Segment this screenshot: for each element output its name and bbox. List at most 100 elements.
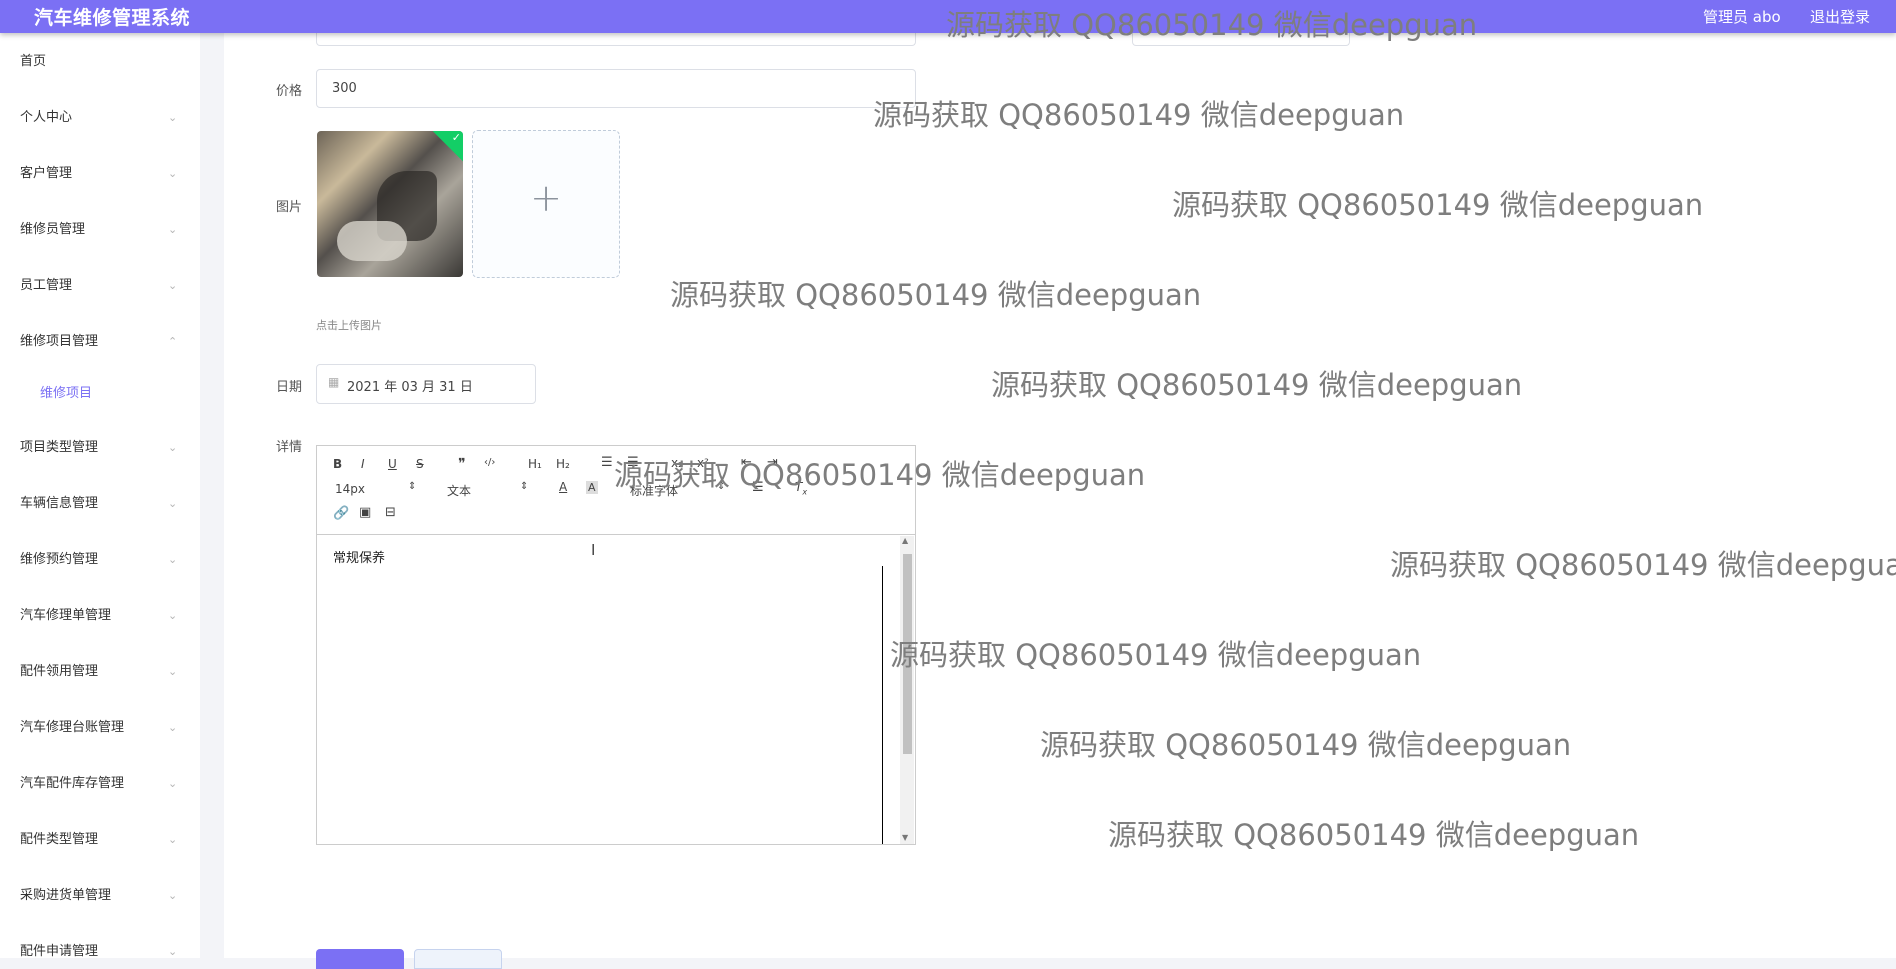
font-size-select[interactable]: 14px: [335, 482, 365, 496]
date-picker[interactable]: ▦ 2021 年 03 月 31 日: [316, 364, 536, 404]
plus-icon: +: [530, 176, 562, 220]
italic-button[interactable]: I: [361, 457, 365, 471]
sidebar-item-purchase-orders[interactable]: 采购进货单管理 ⌄: [0, 881, 200, 911]
image-label: 图片: [276, 200, 303, 215]
chevron-down-icon: ⌄: [168, 497, 178, 510]
price-label: 价格: [276, 84, 303, 99]
chevron-down-icon: ⌄: [168, 833, 178, 846]
sidebar-item-parts-requests[interactable]: 配件申请管理 ⌄: [0, 937, 200, 958]
sidebar-item-parts-types[interactable]: 配件类型管理 ⌄: [0, 825, 200, 855]
text-cursor-icon: I: [591, 541, 596, 559]
sidebar-item-label: 维修项目管理: [20, 334, 99, 349]
blockquote-button[interactable]: ❞: [458, 456, 466, 472]
sidebar-item-parts-usage[interactable]: 配件领用管理 ⌄: [0, 657, 200, 687]
sidebar-item-label: 配件申请管理: [20, 944, 99, 958]
upload-button[interactable]: +: [472, 130, 620, 278]
chevron-updown-icon: ⇕: [520, 481, 529, 492]
logout-link[interactable]: 退出登录: [1810, 6, 1870, 27]
sidebar-item-appointments[interactable]: 维修预约管理 ⌄: [0, 545, 200, 575]
rich-text-editor: B I U S ❞ ‹/› H₁ H₂ ☰ ☰ x₂ x² ⇤ ⇥ 14px ⇕…: [316, 445, 916, 845]
chevron-down-icon: ⌄: [168, 111, 178, 124]
font-color-icon[interactable]: A: [559, 480, 567, 494]
sidebar-item-label: 首页: [20, 54, 47, 69]
subscript-icon[interactable]: x₂: [671, 456, 683, 470]
editor-content[interactable]: 常规保养: [333, 547, 385, 566]
price-value: 300: [332, 81, 357, 96]
date-label: 日期: [276, 380, 303, 395]
sidebar-item-repair-projects[interactable]: 维修项目管理 ⌃: [0, 327, 200, 357]
chevron-down-icon: ⌄: [168, 721, 178, 734]
bold-button[interactable]: B: [333, 457, 342, 471]
chevron-down-icon: ⌄: [168, 167, 178, 180]
sidebar-item-label: 配件类型管理: [20, 832, 99, 847]
sidebar-item-label: 汽车配件库存管理: [20, 776, 125, 791]
sidebar-item-repairers[interactable]: 维修员管理 ⌄: [0, 215, 200, 245]
chevron-down-icon: ⌄: [168, 223, 178, 236]
superscript-icon[interactable]: x²: [697, 456, 709, 470]
outdent-icon[interactable]: ⇤: [741, 455, 752, 470]
underline-button[interactable]: U: [388, 457, 397, 471]
sidebar-item-label: 维修预约管理: [20, 552, 99, 567]
sidebar-item-label: 配件领用管理: [20, 664, 99, 679]
toolbar-divider: [317, 534, 915, 535]
chevron-down-icon: ⌄: [168, 279, 178, 292]
detail-label: 详情: [276, 440, 303, 455]
chevron-updown-icon: ⇕: [717, 481, 726, 492]
caret-line: [882, 566, 883, 844]
sidebar-item-repair-orders[interactable]: 汽车修理单管理 ⌄: [0, 601, 200, 631]
sidebar-item-repair-ledger[interactable]: 汽车修理台账管理 ⌄: [0, 713, 200, 743]
chevron-up-icon: ⌃: [168, 335, 178, 348]
sidebar-item-label: 员工管理: [20, 278, 73, 293]
chevron-down-icon: ⌄: [168, 945, 178, 958]
header-2-button[interactable]: H₂: [556, 457, 570, 471]
sidebar-item-profile[interactable]: 个人中心 ⌄: [0, 103, 200, 133]
sidebar-subitem-repair-project[interactable]: 维修项目: [0, 379, 200, 409]
scroll-up-icon[interactable]: ▲: [902, 536, 908, 545]
strike-button[interactable]: S: [416, 457, 424, 471]
header-select[interactable]: 文本: [447, 482, 471, 499]
sidebar-item-label: 客户管理: [20, 166, 73, 181]
sidebar-item-project-types[interactable]: 项目类型管理 ⌄: [0, 433, 200, 463]
video-icon[interactable]: ⊟: [385, 505, 396, 520]
current-user: 管理员 abo: [1703, 8, 1781, 26]
sidebar-item-vehicles[interactable]: 车辆信息管理 ⌄: [0, 489, 200, 519]
clean-format-button[interactable]: Tx: [795, 480, 807, 496]
code-block-button[interactable]: ‹/›: [484, 457, 495, 468]
align-icon[interactable]: ☰: [752, 480, 764, 495]
indent-icon[interactable]: ⇥: [767, 455, 778, 470]
sidebar-item-label: 维修员管理: [20, 222, 86, 237]
background-color-icon[interactable]: A: [586, 481, 598, 494]
sidebar-item-staff[interactable]: 员工管理 ⌄: [0, 271, 200, 301]
cancel-button[interactable]: [414, 949, 502, 969]
sidebar-item-home[interactable]: 首页: [0, 47, 200, 77]
chevron-down-icon: ⌄: [168, 777, 178, 790]
check-icon: ✓: [451, 131, 461, 144]
ordered-list-icon[interactable]: ☰: [601, 455, 613, 470]
sidebar-item-label: 车辆信息管理: [20, 496, 99, 511]
price-input[interactable]: 300: [316, 69, 916, 108]
chevron-down-icon: ⌄: [168, 889, 178, 902]
font-family-select[interactable]: 标准字体: [630, 482, 678, 499]
sidebar-item-label: 个人中心: [20, 110, 73, 125]
submit-button[interactable]: [316, 949, 404, 969]
uploaded-image-thumbnail[interactable]: ✓: [317, 131, 463, 277]
header-1-button[interactable]: H₁: [528, 457, 542, 471]
chevron-down-icon: ⌄: [168, 609, 178, 622]
chevron-down-icon: ⌄: [168, 553, 178, 566]
bullet-list-icon[interactable]: ☰: [627, 455, 639, 470]
scroll-down-icon[interactable]: ▼: [902, 833, 908, 842]
date-value: 2021 年 03 月 31 日: [347, 380, 473, 395]
sidebar-item-customers[interactable]: 客户管理 ⌄: [0, 159, 200, 189]
image-shape-light: [337, 221, 407, 261]
sidebar: 首页 个人中心 ⌄ 客户管理 ⌄ 维修员管理 ⌄ 员工管理 ⌄ 维修项目管理 ⌃ 维修项目…: [0, 33, 200, 958]
link-icon[interactable]: 🔗: [333, 506, 349, 521]
scroll-thumb[interactable]: [903, 554, 912, 754]
sidebar-item-label: 采购进货单管理: [20, 888, 112, 903]
calendar-icon: ▦: [328, 375, 340, 389]
editor-scrollbar[interactable]: ▲ ▼: [900, 536, 914, 844]
upload-hint: 点击上传图片: [316, 319, 382, 332]
image-icon[interactable]: ▣: [359, 505, 371, 520]
top-bar: 汽车维修管理系统 管理员 abo 退出登录: [0, 0, 1896, 33]
chevron-down-icon: ⌄: [168, 441, 178, 454]
sidebar-item-parts-inventory[interactable]: 汽车配件库存管理 ⌄: [0, 769, 200, 799]
